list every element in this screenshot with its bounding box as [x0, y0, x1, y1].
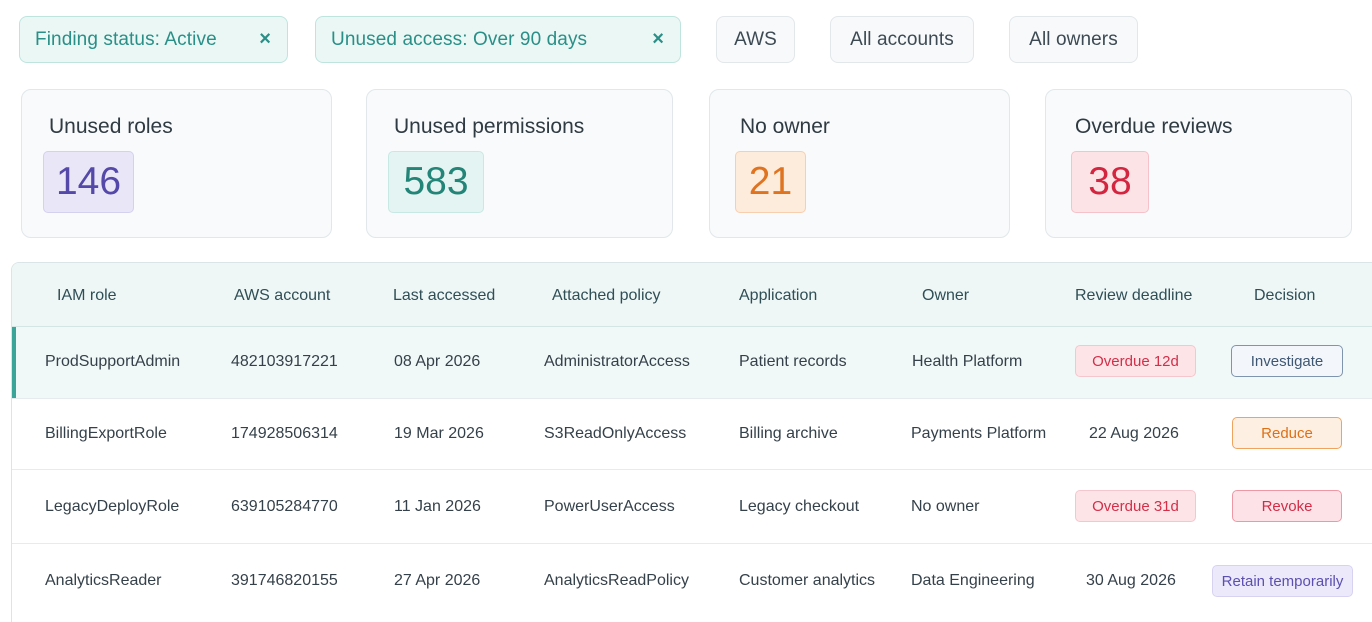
stat-card-unused-permissions[interactable]: Unused permissions 583 [366, 89, 673, 238]
filter-owners[interactable]: All owners [1009, 16, 1138, 63]
stat-card-no-owner[interactable]: No owner 21 [709, 89, 1010, 238]
column-header-aws-account[interactable]: AWS account [234, 287, 330, 305]
cell-attached-policy: PowerUserAccess [544, 498, 675, 515]
cell-iam-role: LegacyDeployRole [45, 498, 180, 515]
close-icon[interactable]: × [259, 28, 271, 51]
reduce-button[interactable]: Reduce [1232, 417, 1342, 449]
findings-table: IAM role AWS account Last accessed Attac… [11, 262, 1372, 622]
table-row[interactable]: ProdSupportAdmin 482103917221 08 Apr 202… [12, 327, 1372, 399]
filter-chip-label: Unused access: Over 90 days [331, 28, 588, 50]
cell-review-deadline: 22 Aug 2026 [1089, 425, 1179, 442]
cell-aws-account: 639105284770 [231, 498, 338, 515]
deadline-overdue-badge: Overdue 12d [1075, 345, 1196, 377]
cell-owner: Health Platform [912, 353, 1023, 370]
cell-owner: Payments Platform [911, 425, 1047, 442]
filter-provider[interactable]: AWS [716, 16, 795, 63]
cell-last-accessed: 19 Mar 2026 [394, 425, 484, 442]
filter-chip-finding-status[interactable]: Finding status: Active × [19, 16, 288, 63]
table-row[interactable]: AnalyticsReader 391746820155 27 Apr 2026… [12, 544, 1372, 622]
column-header-owner[interactable]: Owner [922, 287, 969, 305]
stat-label: Overdue reviews [1075, 115, 1233, 138]
cell-application: Billing archive [739, 425, 838, 442]
column-header-review-deadline[interactable]: Review deadline [1075, 287, 1192, 305]
cell-aws-account: 174928506314 [231, 425, 338, 442]
cell-owner: No owner [911, 498, 980, 515]
table-row[interactable]: BillingExportRole 174928506314 19 Mar 20… [12, 399, 1372, 470]
cell-review-deadline: 30 Aug 2026 [1086, 572, 1176, 589]
cell-application: Patient records [739, 353, 847, 370]
cell-application: Legacy checkout [739, 498, 860, 515]
column-header-application[interactable]: Application [739, 287, 817, 305]
cell-iam-role: AnalyticsReader [45, 572, 162, 589]
investigate-button[interactable]: Investigate [1231, 345, 1343, 377]
cell-owner: Data Engineering [911, 572, 1035, 589]
filter-label: All owners [1029, 28, 1118, 50]
revoke-button[interactable]: Revoke [1232, 490, 1342, 522]
filter-chip-unused-access[interactable]: Unused access: Over 90 days × [315, 16, 681, 63]
column-header-decision[interactable]: Decision [1254, 287, 1315, 305]
cell-aws-account: 482103917221 [231, 353, 338, 370]
stat-value: 38 [1071, 151, 1149, 213]
stat-value: 583 [388, 151, 484, 213]
column-header-iam-role[interactable]: IAM role [57, 287, 117, 305]
cell-iam-role: ProdSupportAdmin [45, 353, 181, 370]
filter-accounts[interactable]: All accounts [830, 16, 974, 63]
column-header-attached-policy[interactable]: Attached policy [552, 287, 661, 305]
stat-label: Unused roles [49, 115, 173, 138]
cell-attached-policy: S3ReadOnlyAccess [544, 425, 687, 442]
cell-attached-policy: AdministratorAccess [544, 353, 690, 370]
table-row[interactable]: LegacyDeployRole 639105284770 11 Jan 202… [12, 470, 1372, 544]
stat-label: Unused permissions [394, 115, 585, 138]
stat-card-overdue-reviews[interactable]: Overdue reviews 38 [1045, 89, 1352, 238]
column-header-last-accessed[interactable]: Last accessed [393, 287, 495, 305]
stat-card-unused-roles[interactable]: Unused roles 146 [21, 89, 332, 238]
cell-iam-role: BillingExportRole [45, 425, 167, 442]
cell-last-accessed: 11 Jan 2026 [394, 498, 481, 515]
cell-attached-policy: AnalyticsReadPolicy [544, 572, 689, 589]
cell-application: Customer analytics [739, 572, 876, 589]
stat-value: 21 [735, 151, 806, 213]
retain-temporarily-button[interactable]: Retain temporarily [1212, 565, 1353, 597]
filter-bar: Finding status: Active × Unused access: … [0, 0, 1372, 80]
cell-last-accessed: 08 Apr 2026 [394, 353, 481, 370]
cell-aws-account: 391746820155 [231, 572, 338, 589]
cell-last-accessed: 27 Apr 2026 [394, 572, 481, 589]
filter-label: All accounts [850, 28, 954, 50]
deadline-overdue-badge: Overdue 31d [1075, 490, 1196, 522]
filter-label: AWS [734, 28, 777, 50]
close-icon[interactable]: × [652, 28, 664, 51]
stat-value: 146 [43, 151, 134, 213]
stat-label: No owner [740, 115, 830, 138]
table-header: IAM role AWS account Last accessed Attac… [12, 263, 1372, 327]
filter-chip-label: Finding status: Active [35, 28, 217, 50]
